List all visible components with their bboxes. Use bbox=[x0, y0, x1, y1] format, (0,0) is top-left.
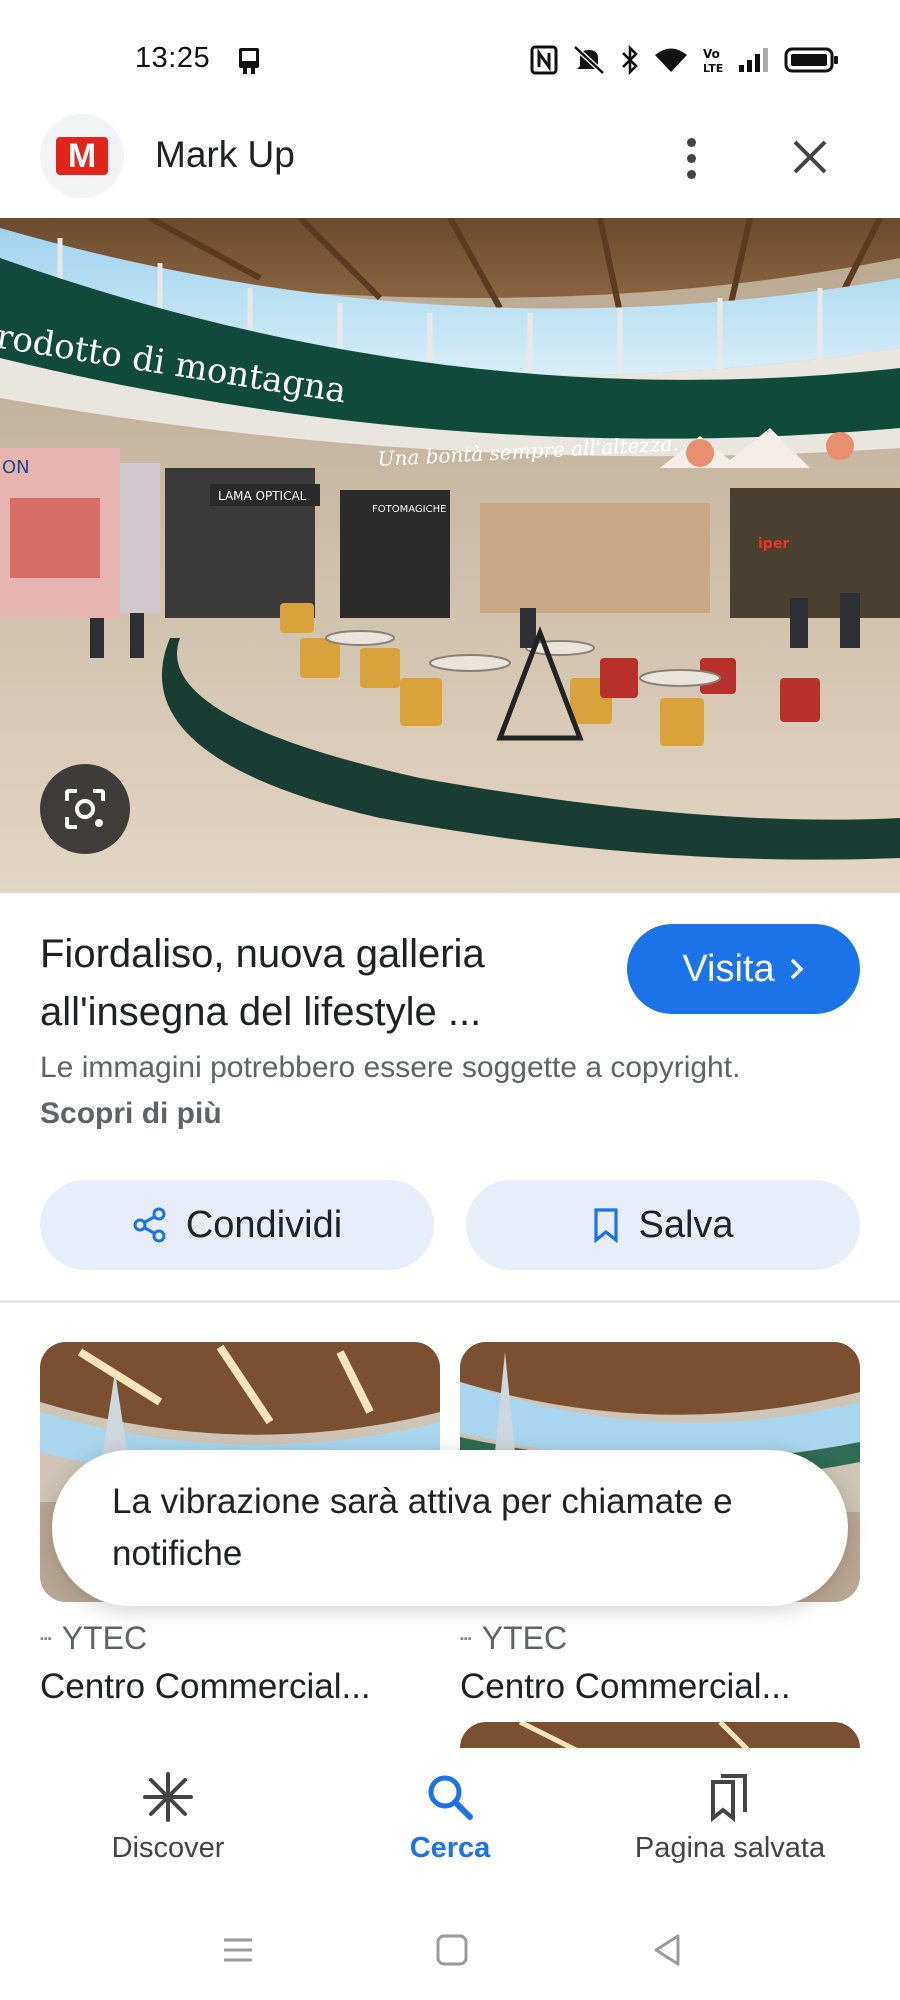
visit-label: Visita bbox=[682, 947, 775, 990]
status-bar: 13:25 Vo LTE bbox=[0, 0, 900, 110]
nav-discover-label: Discover bbox=[111, 1832, 225, 1864]
close-button[interactable] bbox=[785, 132, 835, 182]
saved-pages-icon bbox=[711, 1774, 747, 1823]
nav-search-label: Cerca bbox=[409, 1832, 491, 1864]
nav-saved-page[interactable]: Pagina salvata bbox=[610, 1770, 850, 1865]
related-title[interactable]: Centro Commercial... bbox=[40, 1667, 440, 1707]
copyright-notice: Le immagini potrebbero essere soggette a… bbox=[40, 1045, 760, 1137]
hero-image[interactable]: rodotto di montagna Una bontà sempre all… bbox=[0, 218, 900, 893]
discover-icon bbox=[143, 1772, 193, 1822]
site-name[interactable]: Mark Up bbox=[155, 134, 295, 176]
battery-icon bbox=[784, 47, 838, 73]
nfc-icon bbox=[530, 45, 558, 75]
share-icon bbox=[133, 1207, 166, 1243]
logo-letter: M bbox=[56, 137, 108, 175]
screen-cast-icon bbox=[235, 46, 263, 76]
visit-button[interactable]: Visita bbox=[627, 924, 860, 1014]
signal-icon bbox=[739, 48, 768, 72]
menu-icon bbox=[224, 1938, 252, 1962]
related-source: ▪▪▪ YTEC bbox=[40, 1620, 440, 1657]
site-logo[interactable]: M bbox=[40, 114, 124, 198]
result-title[interactable]: Fiordaliso, nuova galleria all'insegna d… bbox=[40, 925, 600, 1041]
ytec-favicon: ▪▪▪ bbox=[40, 1632, 52, 1645]
more-options-button[interactable] bbox=[666, 128, 716, 188]
shop-label-lama: LAMA OPTICAL bbox=[218, 489, 307, 503]
learn-more-link[interactable]: Scopri di più bbox=[40, 1097, 222, 1130]
home-button[interactable] bbox=[428, 1926, 476, 1974]
status-time: 13:25 bbox=[135, 42, 211, 74]
shop-label-on: ON bbox=[2, 457, 30, 478]
ytec-favicon: ▪▪▪ bbox=[460, 1632, 472, 1645]
search-icon bbox=[428, 1775, 473, 1820]
bookmark-icon bbox=[594, 1208, 619, 1243]
copyright-text: Le immagini potrebbero essere soggette a… bbox=[40, 1051, 741, 1084]
shop-label-iper: iper bbox=[758, 536, 789, 552]
share-label: Condividi bbox=[185, 1203, 343, 1246]
home-square-icon bbox=[436, 1934, 468, 1966]
recents-button[interactable] bbox=[214, 1926, 262, 1974]
svg-text:LTE: LTE bbox=[703, 62, 723, 75]
section-divider bbox=[0, 1300, 900, 1303]
mute-icon bbox=[573, 45, 605, 75]
site-header: M Mark Up bbox=[0, 110, 900, 218]
nav-search[interactable]: Cerca bbox=[385, 1770, 515, 1865]
google-lens-icon bbox=[65, 789, 105, 829]
bottom-navigation: Discover Cerca Pagina salvata bbox=[0, 1748, 900, 1898]
related-source: ▪▪▪ YTEC bbox=[460, 1620, 860, 1657]
toast-message: La vibrazione sarà attiva per chiamate e… bbox=[112, 1482, 733, 1573]
chevron-right-icon bbox=[790, 958, 804, 980]
vibration-toast: La vibrazione sarà attiva per chiamate e… bbox=[52, 1450, 848, 1606]
close-icon bbox=[793, 140, 827, 174]
back-button[interactable] bbox=[644, 1926, 692, 1974]
system-navigation-bar bbox=[0, 1898, 900, 2000]
share-button[interactable]: Condividi bbox=[40, 1180, 434, 1270]
back-triangle-icon bbox=[654, 1934, 680, 1966]
status-icons: Vo LTE bbox=[530, 42, 840, 78]
wifi-icon bbox=[655, 48, 687, 72]
nav-saved-label: Pagina salvata bbox=[634, 1832, 826, 1864]
save-button[interactable]: Salva bbox=[466, 1180, 860, 1270]
bluetooth-icon bbox=[622, 44, 638, 76]
volte-icon: VoLTE bbox=[703, 47, 723, 75]
svg-text:Vo: Vo bbox=[703, 47, 720, 61]
shop-label-foto: FOTOMAGICHE bbox=[372, 504, 446, 515]
nav-discover[interactable]: Discover bbox=[103, 1770, 233, 1865]
related-source-name: YTEC bbox=[61, 1620, 148, 1656]
related-title[interactable]: Centro Commercial... bbox=[460, 1667, 860, 1707]
more-vert-icon bbox=[686, 137, 696, 147]
google-lens-button[interactable] bbox=[40, 764, 130, 854]
related-source-name: YTEC bbox=[481, 1620, 568, 1656]
save-label: Salva bbox=[638, 1203, 734, 1246]
